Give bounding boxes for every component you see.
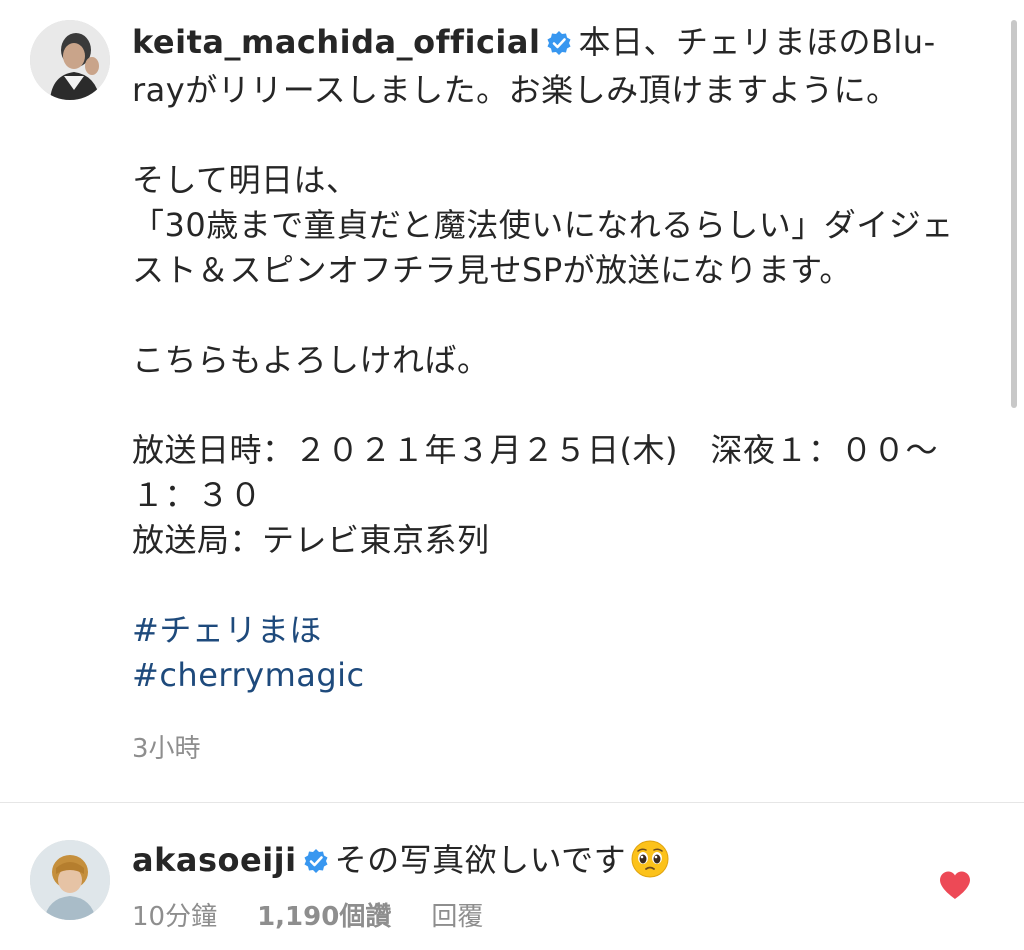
caption-line: そして明日は、 xyxy=(132,161,359,199)
avatar-photo xyxy=(30,840,110,920)
reply-like-count[interactable]: 1,190個讚 xyxy=(257,896,391,933)
broadcast-station: 放送局：テレビ東京系列 xyxy=(132,521,490,559)
reply-comment: akasoeiji その写真欲しいです xyxy=(132,838,670,891)
verified-badge-icon xyxy=(546,23,572,68)
divider xyxy=(0,802,1024,803)
verified-badge-icon xyxy=(303,841,329,886)
hashtag-link[interactable]: #cherrymagic xyxy=(132,653,972,698)
post-caption: keita_machida_official 本日、チェリまほのBlu-rayがリ… xyxy=(132,20,972,698)
pleading-face-emoji xyxy=(630,839,670,891)
scrollbar[interactable] xyxy=(1011,20,1017,408)
caption-line: こちらもよろしければ。 xyxy=(132,341,490,379)
reply-username[interactable]: akasoeiji xyxy=(132,841,297,879)
reply-text: その写真欲しいです xyxy=(334,841,627,879)
caption-line: 「30歳まで童貞だと魔法使いになれるらしい」ダイジェスト＆スピンオフチラ見せSP… xyxy=(132,206,954,289)
reply-meta: 10分鐘 1,190個讚 回覆 xyxy=(132,896,483,933)
post-timestamp: 3小時 xyxy=(132,734,201,764)
broadcast-time: 放送日時：２０２１年３月２５日(木) 深夜１：００～１：３０ xyxy=(132,431,938,514)
post-username[interactable]: keita_machida_official xyxy=(132,23,540,61)
heart-icon[interactable] xyxy=(938,870,972,904)
avatar-photo xyxy=(30,20,110,100)
reply-button[interactable]: 回覆 xyxy=(431,896,483,933)
caption-first-paragraph: keita_machida_official 本日、チェリまほのBlu-rayがリ… xyxy=(132,20,972,113)
avatar[interactable] xyxy=(30,20,110,100)
hashtag-link[interactable]: #チェリまほ xyxy=(132,608,972,653)
reply-time: 10分鐘 xyxy=(132,902,218,932)
reply-avatar[interactable] xyxy=(30,840,110,920)
